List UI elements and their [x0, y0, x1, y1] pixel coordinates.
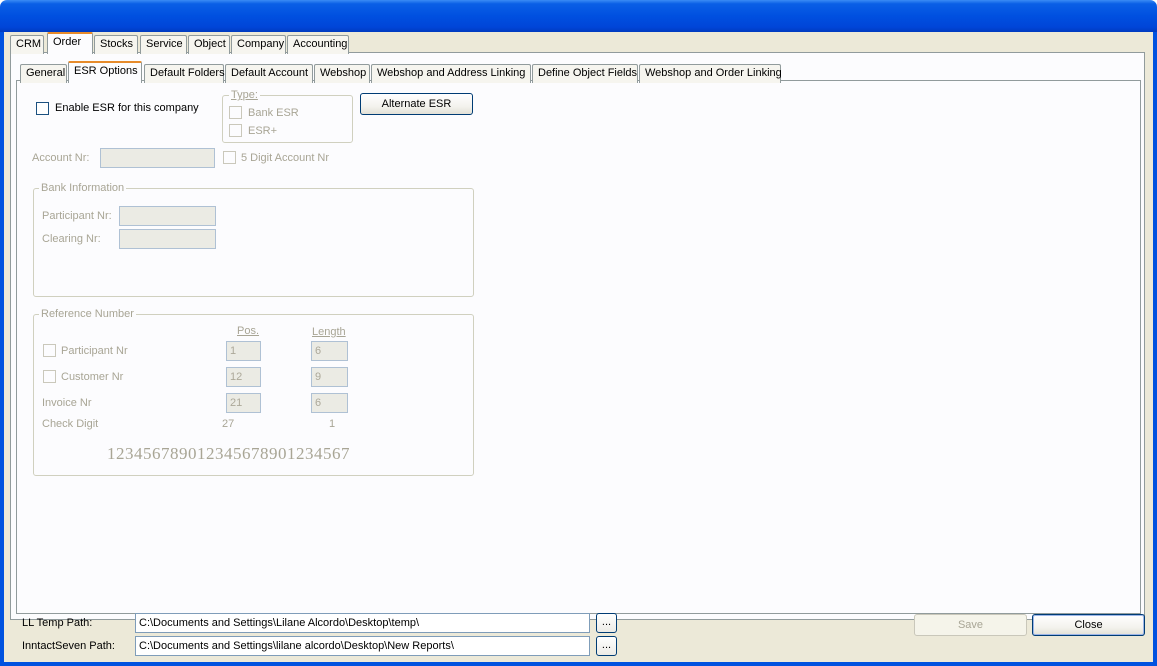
ll-temp-path-input[interactable]: C:\Documents and Settings\Lilane Alcordo… [135, 613, 590, 633]
subtab-webshop-address-linking[interactable]: Webshop and Address Linking [371, 64, 531, 83]
reference-number-legend: Reference Number [39, 308, 136, 320]
five-digit-checkbox[interactable] [223, 151, 236, 164]
check-digit-length: 1 [329, 418, 336, 430]
tab-stocks[interactable]: Stocks [94, 35, 138, 54]
close-button[interactable]: Close [1032, 614, 1145, 636]
subtab-general[interactable]: General [20, 64, 67, 83]
customer-nr-length-input[interactable]: 9 [311, 367, 348, 387]
length-column-header: Length [312, 326, 346, 338]
bank-esr-checkbox[interactable] [229, 106, 242, 119]
tab-company[interactable]: Company [231, 35, 286, 54]
customer-nr-pos-input[interactable]: 12 [226, 367, 261, 387]
subtab-default-account[interactable]: Default Account [225, 64, 313, 83]
ll-temp-path-label: LL Temp Path: [22, 617, 93, 629]
account-nr-input[interactable] [100, 148, 215, 168]
invoice-nr-length-input[interactable]: 6 [311, 393, 348, 413]
esr-plus-checkbox[interactable] [229, 124, 242, 137]
enable-esr-label: Enable ESR for this company [55, 102, 199, 114]
invoice-nr-label: Invoice Nr [42, 397, 92, 409]
check-digit-pos: 27 [222, 418, 235, 430]
customer-nr-ref-label: Customer Nr [61, 371, 124, 383]
participant-nr-pos-input[interactable]: 1 [226, 341, 261, 361]
alternate-esr-button[interactable]: Alternate ESR [360, 93, 473, 115]
inntactseven-path-input[interactable]: C:\Documents and Settings\lilane alcordo… [135, 636, 590, 656]
check-digit-label: Check Digit [42, 418, 99, 430]
clearing-nr-input[interactable] [119, 229, 216, 249]
pos-column-header: Pos. [237, 325, 260, 337]
ll-temp-browse-button[interactable]: ... [596, 613, 617, 633]
five-digit-label: 5 Digit Account Nr [241, 152, 330, 164]
subtab-define-object-fields[interactable]: Define Object Fields [532, 64, 638, 83]
clearing-nr-label: Clearing Nr: [42, 233, 101, 245]
tab-object[interactable]: Object [188, 35, 230, 54]
tab-order[interactable]: Order [47, 32, 93, 54]
tab-service[interactable]: Service [140, 35, 187, 54]
reference-digit-ruler: 123456789012345678901234567 [107, 444, 350, 463]
account-nr-label: Account Nr: [32, 152, 90, 164]
save-button[interactable]: Save [914, 614, 1027, 636]
window-title-bar[interactable] [0, 0, 1157, 32]
bank-esr-label: Bank ESR [248, 107, 299, 119]
tab-accounting[interactable]: Accounting [287, 35, 349, 54]
inntactseven-path-label: InntactSeven Path: [22, 640, 115, 652]
participant-nr-ref-label: Participant Nr [61, 345, 128, 357]
participant-nr-ref-checkbox[interactable] [43, 344, 56, 357]
tab-crm[interactable]: CRM [10, 35, 44, 54]
bank-information-legend: Bank Information [39, 182, 127, 194]
subtab-webshop[interactable]: Webshop [314, 64, 370, 83]
customer-nr-ref-checkbox[interactable] [43, 370, 56, 383]
participant-nr-label: Participant Nr: [42, 210, 112, 222]
type-legend: Type: [229, 89, 260, 101]
invoice-nr-pos-input[interactable]: 21 [226, 393, 261, 413]
subtab-default-folders[interactable]: Default Folders [144, 64, 225, 83]
subtab-esr-options[interactable]: ESR Options [68, 61, 142, 83]
participant-nr-length-input[interactable]: 6 [311, 341, 348, 361]
enable-esr-checkbox[interactable] [36, 102, 49, 115]
inntactseven-browse-button[interactable]: ... [596, 636, 617, 656]
window-client-area: CRM Order Stocks Service Object Company … [4, 32, 1153, 662]
subtab-webshop-order-linking[interactable]: Webshop and Order Linking [639, 64, 782, 83]
esr-plus-label: ESR+ [248, 125, 278, 137]
participant-nr-input[interactable] [119, 206, 216, 226]
